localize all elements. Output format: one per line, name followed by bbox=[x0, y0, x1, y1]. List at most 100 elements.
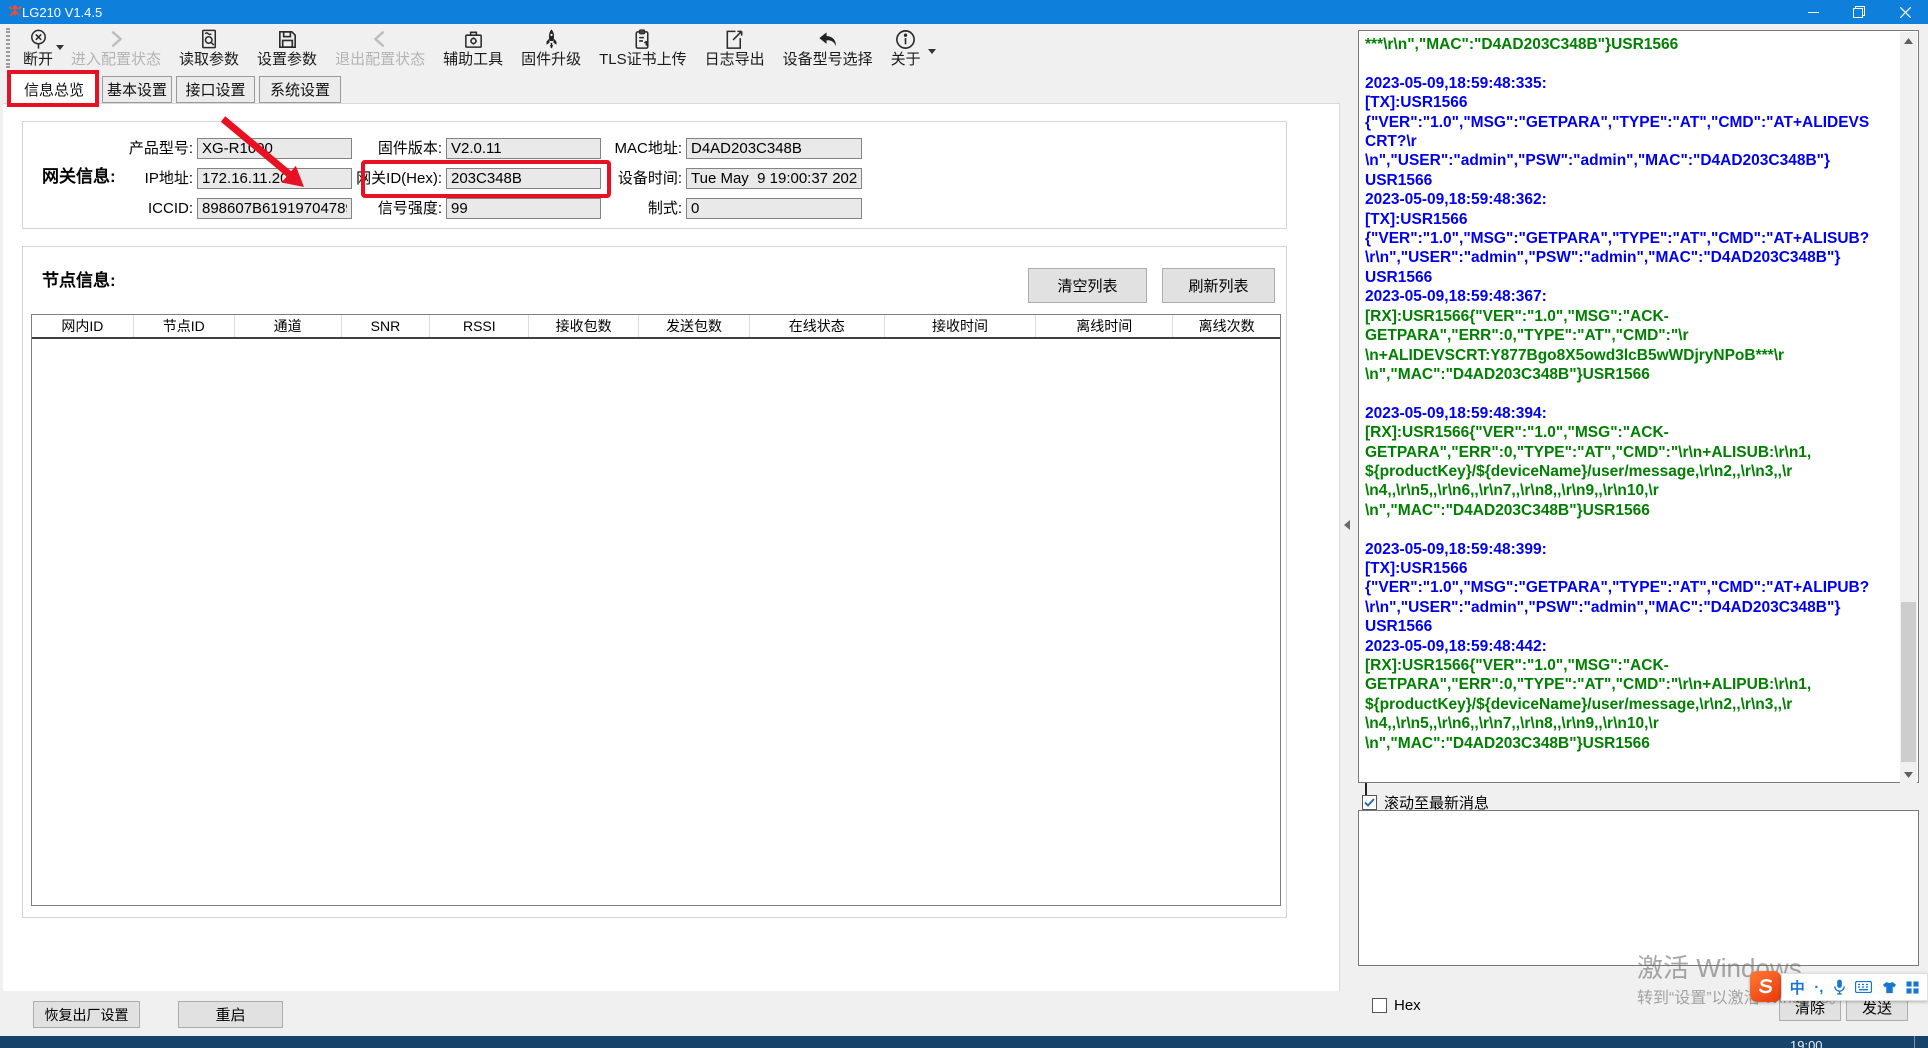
factory-reset-button[interactable]: 恢复出厂设置 bbox=[33, 1001, 140, 1028]
skin-shirt-icon[interactable] bbox=[1882, 981, 1897, 994]
sogou-ime-logo-icon[interactable] bbox=[1750, 971, 1781, 1002]
log-export-button[interactable]: 日志导出 bbox=[696, 24, 774, 72]
tab-interface-settings[interactable]: 接口设置 bbox=[176, 76, 255, 103]
log-scrollbar[interactable] bbox=[1900, 32, 1917, 783]
tab-label: 基本设置 bbox=[107, 79, 167, 100]
node-table-body[interactable] bbox=[32, 339, 1280, 904]
aux-tools-button[interactable]: 辅助工具 bbox=[434, 24, 512, 72]
log-line: [RX]:USR1566{"VER":"1.0","MSG":"ACK- bbox=[1365, 423, 1898, 442]
log-line: ${productKey}/${deviceName}/user/message… bbox=[1365, 695, 1898, 714]
toolbox-icon bbox=[462, 27, 485, 51]
taskbar-clock: 19:00 bbox=[1790, 1038, 1823, 1048]
log-line: [TX]:USR1566 bbox=[1365, 210, 1898, 229]
disconnect-button[interactable]: 断开 bbox=[14, 24, 62, 72]
log-line: [RX]:USR1566{"VER":"1.0","MSG":"ACK- bbox=[1365, 307, 1898, 326]
tls-cert-upload-button[interactable]: TLS证书上传 bbox=[590, 24, 696, 72]
column-header[interactable]: 节点ID bbox=[134, 315, 235, 337]
node-table: 网内ID 节点ID 通道 SNR RSSI 接收包数 发送包数 在线状态 接收时… bbox=[31, 314, 1281, 906]
log-line: GETPARA","ERR":0,"TYPE":"AT","CMD":"\r\n… bbox=[1365, 443, 1898, 462]
log-line bbox=[1365, 384, 1898, 403]
log-line: 2023-05-09,18:59:48:362: bbox=[1365, 190, 1898, 209]
app-window: LG210 V1.4.5 断开 进入配置状态 读取参数 bbox=[0, 0, 1928, 1048]
column-header[interactable]: 发送包数 bbox=[639, 315, 750, 337]
log-line: 2023-05-09,18:59:48:335: bbox=[1365, 74, 1898, 93]
hex-row: Hex bbox=[1372, 997, 1421, 1014]
device-time-field[interactable] bbox=[686, 168, 862, 189]
log-line: {"VER":"1.0","MSG":"GETPARA","TYPE":"AT"… bbox=[1365, 113, 1898, 132]
device-model-select-button[interactable]: 设备型号选择 bbox=[774, 24, 882, 72]
firmware-upgrade-button[interactable]: 固件升级 bbox=[512, 24, 590, 72]
log-line: \n4,,\r\n5,,\r\n6,,\r\n7,,\r\n8,,\r\n9,,… bbox=[1365, 481, 1898, 500]
enter-config-button[interactable]: 进入配置状态 bbox=[62, 24, 170, 72]
log-line: GETPARA","ERR":0,"TYPE":"AT","CMD":"\r\n… bbox=[1365, 675, 1898, 694]
panel-splitter-collapse-icon[interactable] bbox=[1343, 518, 1351, 536]
tab-label: 信息总览 bbox=[24, 79, 84, 100]
tab-label: 接口设置 bbox=[185, 79, 245, 100]
log-line: 2023-05-09,18:59:48:399: bbox=[1365, 540, 1898, 559]
scroll-down-icon[interactable] bbox=[1900, 766, 1917, 783]
set-params-button[interactable]: 设置参数 bbox=[248, 24, 326, 72]
column-header[interactable]: SNR bbox=[342, 315, 431, 337]
minimize-button[interactable] bbox=[1790, 0, 1836, 24]
refresh-list-button[interactable]: 刷新列表 bbox=[1162, 268, 1275, 303]
ime-toolbar: 中 ·, bbox=[1781, 973, 1928, 1001]
ime-punctuation-icon[interactable]: ·, bbox=[1814, 979, 1823, 996]
toolbar-item-label: 退出配置状态 bbox=[335, 51, 425, 69]
log-line bbox=[1365, 54, 1898, 73]
close-button[interactable] bbox=[1882, 0, 1928, 24]
ime-menu-grid-icon[interactable] bbox=[1906, 981, 1919, 994]
microphone-icon[interactable] bbox=[1833, 979, 1846, 995]
mac-address-field[interactable] bbox=[686, 138, 862, 159]
gateway-id-hex-label: 网关ID(Hex): bbox=[318, 168, 442, 189]
chevron-down-icon[interactable] bbox=[928, 49, 936, 54]
column-header[interactable]: 网内ID bbox=[32, 315, 134, 337]
restore-button[interactable] bbox=[1836, 0, 1882, 24]
toolbar-item-label: 关于 bbox=[891, 51, 921, 69]
column-header[interactable]: 接收时间 bbox=[885, 315, 1037, 337]
exit-config-button[interactable]: 退出配置状态 bbox=[326, 24, 434, 72]
chevron-right-icon bbox=[105, 27, 127, 51]
hex-checkbox[interactable] bbox=[1372, 998, 1387, 1013]
column-header[interactable]: 离线时间 bbox=[1036, 315, 1173, 337]
log-line: USR1566 bbox=[1365, 268, 1898, 287]
tab-basic-settings[interactable]: 基本设置 bbox=[102, 76, 172, 103]
column-header[interactable]: 接收包数 bbox=[529, 315, 639, 337]
column-header[interactable]: 通道 bbox=[235, 315, 342, 337]
tab-system-settings[interactable]: 系统设置 bbox=[259, 76, 341, 103]
column-header[interactable]: 离线次数 bbox=[1173, 315, 1280, 337]
reboot-button[interactable]: 重启 bbox=[178, 1001, 283, 1028]
toolbar-item-label: 日志导出 bbox=[705, 51, 765, 69]
scrollbar-thumb[interactable] bbox=[1901, 602, 1916, 762]
read-params-doc-magnifier-icon bbox=[198, 27, 221, 51]
toolbar-item-label: 设备型号选择 bbox=[783, 51, 873, 69]
toolbar-item-label: TLS证书上传 bbox=[599, 51, 687, 69]
network-mode-field[interactable] bbox=[686, 198, 862, 219]
iccid-label: ICCID: bbox=[40, 198, 193, 219]
app-logo-icon bbox=[7, 4, 23, 25]
hex-label: Hex bbox=[1394, 997, 1421, 1014]
mac-address-label: MAC地址: bbox=[556, 138, 682, 159]
ime-chinese-mode-icon[interactable]: 中 bbox=[1790, 977, 1805, 998]
clear-list-button[interactable]: 清空列表 bbox=[1028, 268, 1147, 303]
log-line: ${productKey}/${deviceName}/user/message… bbox=[1365, 462, 1898, 481]
log-line: {"VER":"1.0","MSG":"GETPARA","TYPE":"AT"… bbox=[1365, 229, 1898, 248]
node-table-header: 网内ID 节点ID 通道 SNR RSSI 接收包数 发送包数 在线状态 接收时… bbox=[32, 315, 1280, 339]
log-line bbox=[1365, 520, 1898, 539]
toolbar-item-label: 进入配置状态 bbox=[71, 51, 161, 69]
about-button[interactable]: 关于 bbox=[882, 24, 930, 72]
taskbar[interactable]: 19:00 bbox=[0, 1036, 1928, 1048]
send-input[interactable] bbox=[1358, 810, 1919, 966]
toolbar-grip[interactable] bbox=[6, 28, 10, 68]
scroll-up-icon[interactable] bbox=[1900, 32, 1917, 49]
keyboard-icon[interactable] bbox=[1855, 981, 1872, 993]
log-line: USR1566 bbox=[1365, 617, 1898, 636]
tab-info-overview[interactable]: 信息总览 bbox=[10, 73, 98, 104]
autoscroll-checkbox[interactable] bbox=[1362, 795, 1377, 810]
network-mode-label: 制式: bbox=[556, 198, 682, 219]
log-line: 2023-05-09,18:59:48:442: bbox=[1365, 637, 1898, 656]
column-header[interactable]: 在线状态 bbox=[750, 315, 885, 337]
log-output[interactable]: ***\r\n","MAC":"D4AD203C348B"}USR1566 20… bbox=[1365, 35, 1898, 780]
column-header[interactable]: RSSI bbox=[430, 315, 529, 337]
log-line: 2023-05-09,18:59:48:394: bbox=[1365, 404, 1898, 423]
read-params-button[interactable]: 读取参数 bbox=[170, 24, 248, 72]
